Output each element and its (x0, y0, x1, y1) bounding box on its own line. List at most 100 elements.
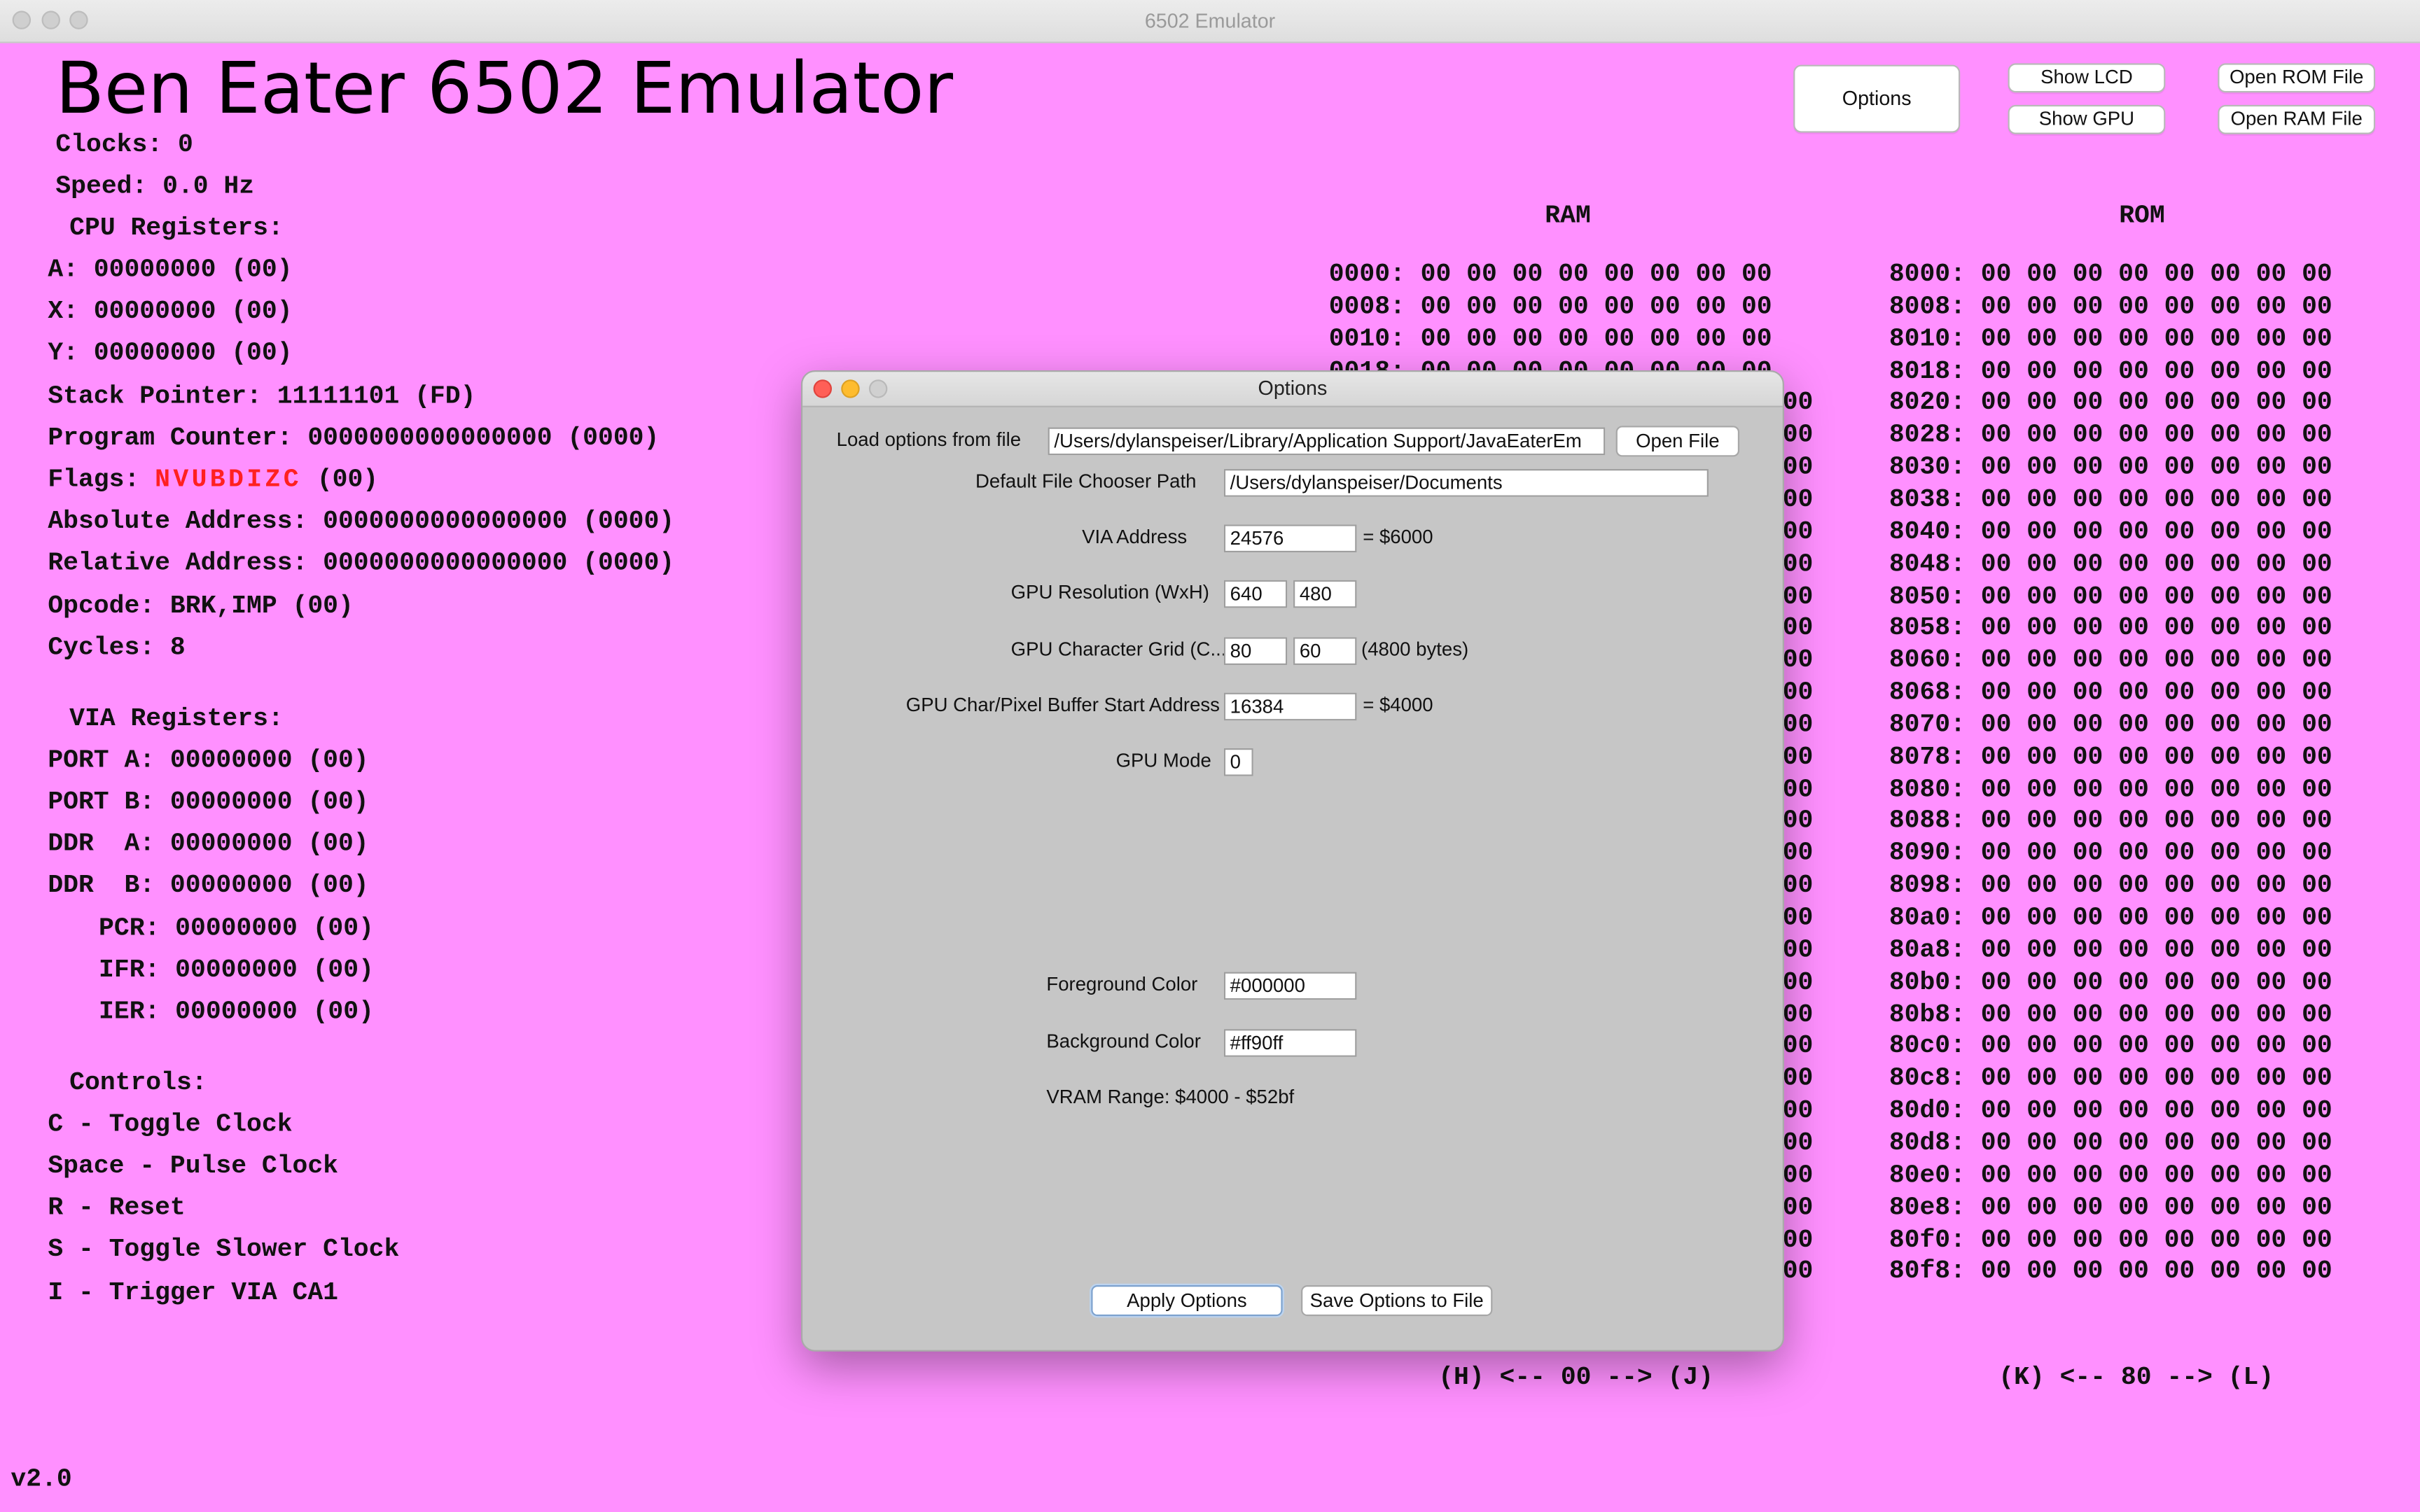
gpu-resolution-width-field[interactable]: 640 (1223, 580, 1288, 608)
rom-row: 8030: 00 00 00 00 00 00 00 00 (1889, 452, 2332, 482)
show-gpu-button[interactable]: Show GPU (2008, 104, 2166, 134)
minimize-dialog-icon[interactable] (841, 379, 860, 398)
via-ifr: IFR: 00000000 (00) (99, 955, 374, 985)
ram-row-tail: 00 (1782, 1031, 1814, 1061)
default-path-label: Default File Chooser Path (975, 470, 1197, 493)
via-address-field[interactable]: 24576 (1223, 524, 1357, 553)
via-address-label: VIA Address (1082, 526, 1188, 548)
rom-row: 80b8: 00 00 00 00 00 00 00 00 (1889, 999, 2332, 1029)
ram-row: 0000: 00 00 00 00 00 00 00 00 (1328, 259, 1772, 289)
gpu-grid-rows-field[interactable]: 60 (1293, 637, 1357, 665)
gpu-mode-field[interactable]: 0 (1223, 748, 1253, 776)
gpu-character-grid-label: GPU Character Grid (C... (1010, 638, 1227, 661)
gpu-resolution-label: GPU Resolution (WxH) (1010, 581, 1209, 603)
rom-row: 8020: 00 00 00 00 00 00 00 00 (1889, 388, 2332, 417)
control-item: C - Toggle Clock (48, 1109, 293, 1139)
rom-row: 8088: 00 00 00 00 00 00 00 00 (1889, 806, 2332, 836)
rom-row: 8060: 00 00 00 00 00 00 00 00 (1889, 645, 2332, 675)
rom-row: 80e8: 00 00 00 00 00 00 00 00 (1889, 1191, 2332, 1222)
load-options-path-field[interactable]: /Users/dylanspeiser/Library/Application … (1048, 427, 1606, 456)
close-dialog-icon[interactable] (813, 379, 833, 398)
flags-label: Flags: (48, 464, 155, 494)
options-button[interactable]: Options (1793, 64, 1961, 133)
relative-address: Relative Address: 0000000000000000 (0000… (48, 547, 675, 578)
via-ddr-a: DDR A: 00000000 (00) (48, 828, 369, 858)
program-counter: Program Counter: 0000000000000000 (0000) (48, 422, 660, 452)
default-path-field[interactable]: /Users/dylanspeiser/Documents (1223, 469, 1709, 497)
ram-row-tail: 00 (1782, 934, 1814, 965)
clocks-readout: Clocks: 0 (55, 130, 193, 160)
ram-row-tail: 00 (1782, 774, 1814, 804)
control-item: S - Toggle Slower Clock (48, 1234, 400, 1264)
show-lcd-button[interactable]: Show LCD (2008, 63, 2166, 93)
rom-row: 80f0: 00 00 00 00 00 00 00 00 (1889, 1224, 2332, 1254)
control-item: R - Reset (48, 1192, 186, 1222)
foreground-color-label: Foreground Color (1046, 973, 1198, 995)
speed-readout: Speed: 0.0 Hz (55, 171, 255, 201)
via-registers-header: VIA Registers: (69, 704, 284, 733)
window-titlebar[interactable]: 6502 Emulator (0, 0, 2420, 43)
rom-row: 8040: 00 00 00 00 00 00 00 00 (1889, 516, 2332, 546)
via-ddr-b: DDR B: 00000000 (00) (48, 870, 369, 899)
rom-row: 8000: 00 00 00 00 00 00 00 00 (1889, 259, 2332, 289)
rom-row: 8010: 00 00 00 00 00 00 00 00 (1889, 323, 2332, 354)
rom-row: 80c0: 00 00 00 00 00 00 00 00 (1889, 1031, 2332, 1061)
foreground-color-field[interactable]: #000000 (1223, 972, 1357, 1000)
opcode-readout: Opcode: BRK,IMP (00) (48, 591, 354, 621)
ram-row-tail: 00 (1782, 806, 1814, 836)
absolute-address: Absolute Address: 0000000000000000 (0000… (48, 505, 675, 536)
apply-options-button[interactable]: Apply Options (1091, 1285, 1283, 1317)
load-options-label: Load options from file (836, 428, 1022, 451)
gpu-buffer-address-hex: = $4000 (1363, 694, 1433, 716)
via-ier: IER: 00000000 (00) (99, 996, 374, 1026)
ram-row-tail: 00 (1782, 1191, 1814, 1222)
cpu-registers-header: CPU Registers: (69, 213, 284, 243)
gpu-grid-columns-field[interactable]: 80 (1223, 637, 1288, 665)
flags-row: Flags: NVUBDIZC (00) (48, 464, 378, 493)
ram-row: 0010: 00 00 00 00 00 00 00 00 (1328, 323, 1772, 354)
open-ram-file-button[interactable]: Open RAM File (2218, 104, 2376, 134)
rom-row: 80d0: 00 00 00 00 00 00 00 00 (1889, 1096, 2332, 1125)
options-dialog: Options Load options from file /Users/dy… (800, 370, 1784, 1352)
ram-row-tail: 00 (1782, 580, 1814, 610)
rom-row: 80f8: 00 00 00 00 00 00 00 00 (1889, 1256, 2332, 1286)
via-port-a: PORT A: 00000000 (00) (48, 745, 369, 775)
background-color-field[interactable]: #ff90ff (1223, 1029, 1357, 1057)
via-pcr: PCR: 00000000 (00) (99, 913, 374, 943)
ram-row-tail: 00 (1782, 388, 1814, 417)
zoom-dialog-icon[interactable] (868, 379, 888, 398)
rom-row: 8018: 00 00 00 00 00 00 00 00 (1889, 356, 2332, 386)
version-label: v2.0 (11, 1464, 72, 1494)
register-a: A: 00000000 (00) (48, 254, 293, 284)
rom-title: ROM (2119, 200, 2165, 230)
options-dialog-titlebar[interactable]: Options (802, 372, 1783, 407)
cycles-readout: Cycles: 8 (48, 632, 186, 662)
save-options-to-file-button[interactable]: Save Options to File (1301, 1285, 1493, 1317)
rom-row: 8028: 00 00 00 00 00 00 00 00 (1889, 420, 2332, 449)
rom-row: 8070: 00 00 00 00 00 00 00 00 (1889, 709, 2332, 739)
gpu-resolution-height-field[interactable]: 480 (1293, 580, 1357, 608)
ram-title: RAM (1545, 200, 1591, 230)
ram-row-tail: 00 (1782, 741, 1814, 771)
open-rom-file-button[interactable]: Open ROM File (2218, 63, 2376, 93)
gpu-buffer-address-field[interactable]: 16384 (1223, 692, 1357, 721)
register-x: X: 00000000 (00) (48, 296, 293, 326)
ram-row: 0008: 00 00 00 00 00 00 00 00 (1328, 291, 1772, 321)
gpu-buffer-address-label: GPU Char/Pixel Buffer Start Address (905, 694, 1220, 716)
rom-row: 8080: 00 00 00 00 00 00 00 00 (1889, 774, 2332, 804)
ram-row-tail: 00 (1782, 838, 1814, 868)
rom-row: 8050: 00 00 00 00 00 00 00 00 (1889, 580, 2332, 610)
rom-row: 8078: 00 00 00 00 00 00 00 00 (1889, 741, 2332, 771)
register-y: Y: 00000000 (00) (48, 337, 293, 368)
ram-row-tail: 00 (1782, 1128, 1814, 1157)
flags-value: NVUBDIZC (155, 464, 302, 494)
open-file-button[interactable]: Open File (1615, 426, 1740, 457)
ram-row-tail: 00 (1782, 1160, 1814, 1189)
app-window: 6502 Emulator Ben Eater 6502 Emulator Cl… (0, 0, 2420, 1512)
via-address-hex: = $6000 (1363, 526, 1433, 548)
rom-row: 80a8: 00 00 00 00 00 00 00 00 (1889, 934, 2332, 965)
rom-row: 80a0: 00 00 00 00 00 00 00 00 (1889, 902, 2332, 932)
rom-row: 8038: 00 00 00 00 00 00 00 00 (1889, 484, 2332, 514)
ram-row-tail: 00 (1782, 999, 1814, 1029)
window-title: 6502 Emulator (1144, 9, 1276, 33)
